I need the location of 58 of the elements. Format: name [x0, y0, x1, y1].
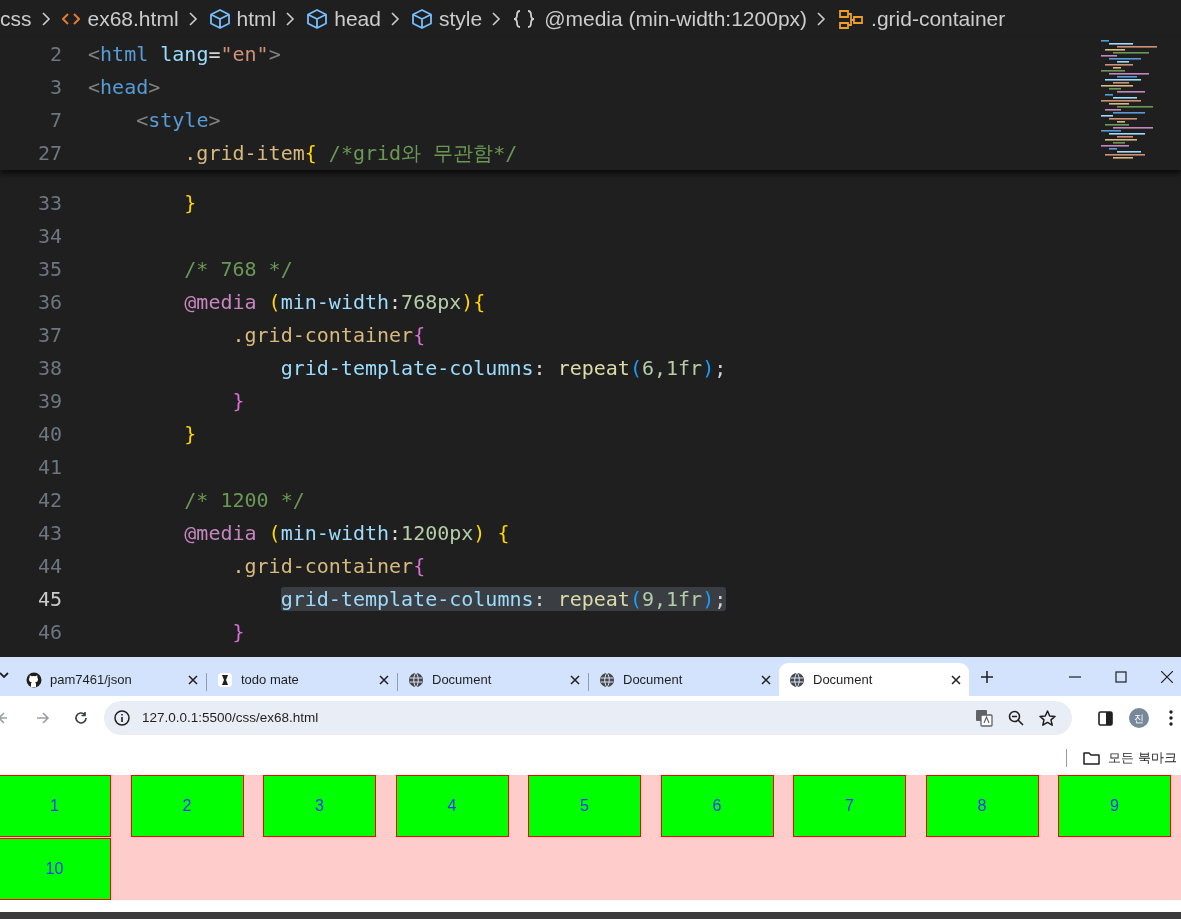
line-number: 43: [36, 520, 62, 547]
grid-item: 7: [793, 775, 906, 837]
address-bar[interactable]: 127.0.0.1:5500/css/ex68.html: [104, 701, 1072, 735]
code-line: <style>: [135, 108, 221, 132]
breadcrumb-item[interactable]: .grid-container: [871, 3, 1006, 35]
line-number: 46: [36, 619, 62, 646]
code-line: @media (min-width:768px){: [183, 290, 486, 314]
code-line: }: [183, 422, 197, 446]
browser-tab[interactable]: todo mate: [207, 663, 397, 696]
grid-item: 3: [263, 775, 376, 837]
line-number: 33: [36, 190, 62, 217]
line-number: 35: [36, 256, 62, 283]
code-line: /* 1200 */: [183, 488, 305, 512]
grid-item: 4: [395, 775, 509, 837]
breadcrumb-item[interactable]: html: [236, 3, 277, 35]
line-number: 36: [36, 289, 62, 316]
profile-avatar[interactable]: 진: [1129, 708, 1149, 728]
line-number: 41: [36, 454, 62, 481]
grid-item: 10: [0, 837, 111, 900]
grid-item: 1: [0, 775, 111, 837]
code-line: }: [231, 620, 245, 644]
line-number: 7: [48, 107, 62, 134]
grid-item: 9: [1058, 775, 1171, 837]
code-line: }: [231, 389, 245, 413]
browser-tab[interactable]: pam7461/json: [16, 663, 206, 696]
breadcrumb-item[interactable]: style: [438, 3, 483, 35]
bookmarks-folder[interactable]: 모든 북마크: [1083, 747, 1177, 768]
grid-item: 6: [660, 775, 774, 837]
code-line: .grid-container{: [231, 323, 426, 347]
line-number: 37: [36, 322, 62, 349]
grid-item: 2: [130, 775, 244, 837]
code-line: /* 768 */: [183, 257, 293, 281]
breadcrumb-item[interactable]: @media (min-width:1200px): [544, 3, 808, 35]
line-number: 40: [36, 421, 62, 448]
line-number: 38: [36, 355, 62, 382]
line-number: 45: [36, 586, 62, 613]
grid-item: 5: [528, 775, 641, 837]
code-line: <head>: [88, 75, 161, 99]
code-line: .grid-container{: [231, 554, 426, 578]
code-line: @media (min-width:1200px) {: [183, 521, 510, 545]
line-number: 2: [48, 41, 62, 68]
code-line: <html lang="en">: [88, 42, 281, 66]
browser-tab[interactable]: Document: [779, 663, 969, 696]
breadcrumb-item[interactable]: css: [0, 3, 32, 35]
line-number: 44: [36, 553, 62, 580]
browser-tab[interactable]: Document: [589, 663, 779, 696]
code-line: .grid-item{ /*grid와 무관함*/: [183, 141, 518, 165]
line-number: 39: [36, 388, 62, 415]
code-line: grid-template-columns: repeat(6,1fr);: [279, 356, 727, 380]
breadcrumb-item[interactable]: head: [334, 3, 381, 35]
browser-tab[interactable]: Document: [398, 663, 588, 696]
line-number: 42: [36, 487, 62, 514]
grid-item: 8: [925, 775, 1039, 837]
line-number: 34: [36, 223, 62, 250]
code-line: }: [183, 191, 197, 215]
breadcrumb-item[interactable]: ex68.html: [87, 3, 179, 35]
line-number: 27: [36, 140, 62, 167]
line-number: 3: [48, 74, 62, 101]
